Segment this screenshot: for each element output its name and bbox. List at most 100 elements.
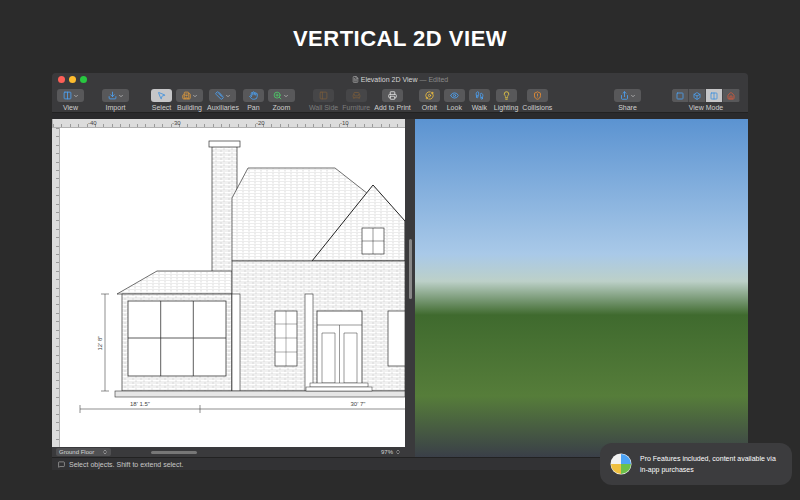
toolbar-button[interactable] (151, 89, 172, 102)
toolbar-item: Auxiliaries (206, 89, 240, 111)
zoom-button[interactable] (80, 76, 87, 83)
toolbar-button[interactable] (57, 89, 84, 102)
left-ruler (52, 128, 60, 447)
toolbar-group: Orbit Look WalkLightingCollisions (418, 89, 554, 111)
secondary-strip (52, 112, 748, 119)
window (275, 311, 297, 366)
chevron-down-icon (73, 93, 79, 99)
ruler-label: -40 (88, 119, 172, 127)
elevation-drawing[interactable]: 18' 1.5"30' 7"12' 8" (60, 128, 405, 447)
door (317, 311, 362, 391)
close-button[interactable] (58, 76, 65, 83)
toolbar-button[interactable] (268, 89, 295, 102)
plan-bottom-bar: Ground Floor 97% (52, 447, 405, 457)
ruler-icon (215, 91, 224, 100)
minimize-button[interactable] (69, 76, 76, 83)
toolbar-item: Orbit (418, 89, 441, 111)
toolbar-label: Pan (247, 104, 259, 111)
printer-icon (388, 91, 397, 100)
toolbar-label: Zoom (272, 104, 290, 111)
floor-selector[interactable]: Ground Floor (56, 448, 111, 456)
toolbar-button[interactable] (469, 89, 490, 102)
toolbar-item: Look (443, 89, 466, 111)
toolbar-label: Add to Print (374, 104, 411, 111)
toolbar-button (313, 89, 334, 102)
toolbar-item: Import (101, 89, 130, 111)
chevron-down-icon (283, 93, 289, 99)
dimension-label: 12' 8" (97, 336, 103, 351)
pane-divider[interactable] (405, 119, 415, 457)
toolbar-button[interactable] (496, 89, 517, 102)
chevron-down-icon (192, 93, 198, 99)
view-mode-segment[interactable] (689, 89, 706, 102)
pro-badge: Pro Features included, content available… (600, 443, 792, 485)
view-mode-segment[interactable] (723, 89, 740, 102)
toolbar-button[interactable] (444, 89, 465, 102)
orbit-icon (425, 91, 434, 100)
headline: VERTICAL 2D VIEW (0, 0, 800, 73)
toolbar-item: Furniture (341, 89, 371, 111)
gable-window (362, 228, 384, 254)
view-mode: View Mode (672, 89, 740, 111)
toolbar-item: Walk (468, 89, 491, 111)
toolbar-button[interactable] (243, 89, 264, 102)
vertical-scrollbar[interactable] (409, 239, 412, 299)
column (305, 294, 313, 391)
step (310, 383, 368, 387)
main-roof (232, 168, 405, 261)
toolbar-group: View (56, 89, 85, 111)
armchair-icon (352, 91, 361, 100)
toolbar-group: Share (613, 89, 642, 111)
3d-view-icon (693, 92, 701, 100)
toolbar-label: Collisions (522, 104, 552, 111)
ruler-label: -30 (172, 119, 256, 127)
toolbar-item: View (56, 89, 85, 111)
zoom-selector[interactable]: 97% (381, 449, 401, 455)
view-mode-segment[interactable] (672, 89, 689, 102)
title-bar: Elevation 2D View— Edited (52, 73, 748, 86)
toolbar-button (346, 89, 367, 102)
toolbar-label: Import (106, 104, 126, 111)
toolbar-button[interactable] (176, 89, 203, 102)
toolbar-label: Building (177, 104, 202, 111)
toolbar-item: Share (613, 89, 642, 111)
foundation (115, 391, 405, 397)
chevron-down-icon (118, 93, 124, 99)
toolbar-item: Wall Side (308, 89, 339, 111)
toolbar-button[interactable] (209, 89, 236, 102)
toolbar-group: Wall SideFurniture Add to Print (308, 89, 412, 111)
toolbar-item: Select (150, 89, 173, 111)
share-icon (620, 91, 629, 100)
3d-render[interactable] (415, 119, 748, 457)
view-mode-segments (672, 89, 740, 102)
main-area: -40-30-20-1018' 1.5"30' 7"12' 8"Ground F… (52, 119, 748, 457)
toolbar-button[interactable] (614, 89, 641, 102)
toolbar-button[interactable] (102, 89, 129, 102)
sunroom-wall (122, 294, 232, 391)
view-mode-segment[interactable] (706, 89, 723, 102)
drawing-canvas[interactable]: 18' 1.5"30' 7"12' 8" (60, 128, 405, 447)
toolbar-button[interactable] (527, 89, 548, 102)
horizontal-scrollbar[interactable] (151, 451, 197, 454)
app-window: Elevation 2D View— Edited View Import Selec… (52, 73, 748, 470)
toolbar-label: Auxiliaries (207, 104, 239, 111)
toolbar-label: Furniture (342, 104, 370, 111)
lightbulb-icon (502, 91, 511, 100)
toolbar-label: Select (152, 104, 171, 111)
toolbar-label: View (63, 104, 78, 111)
dimension-label: 30' 7" (351, 401, 366, 407)
hand-icon (249, 91, 258, 100)
message-icon (58, 461, 65, 468)
view-icon (63, 91, 72, 100)
top-ruler: -40-30-20-10 (52, 119, 405, 128)
gable (312, 185, 405, 261)
toolbar-button[interactable] (382, 89, 403, 102)
toolbar-label: Look (447, 104, 462, 111)
toolbar-label: Lighting (494, 104, 519, 111)
toolbar-item: Collisions (521, 89, 553, 111)
badge-text: Pro Features included, content available… (640, 454, 776, 474)
toolbar-item: Building (175, 89, 204, 111)
toolbar-item: Lighting (493, 89, 520, 111)
toolbar-button[interactable] (419, 89, 440, 102)
app-logo-icon (610, 453, 632, 475)
